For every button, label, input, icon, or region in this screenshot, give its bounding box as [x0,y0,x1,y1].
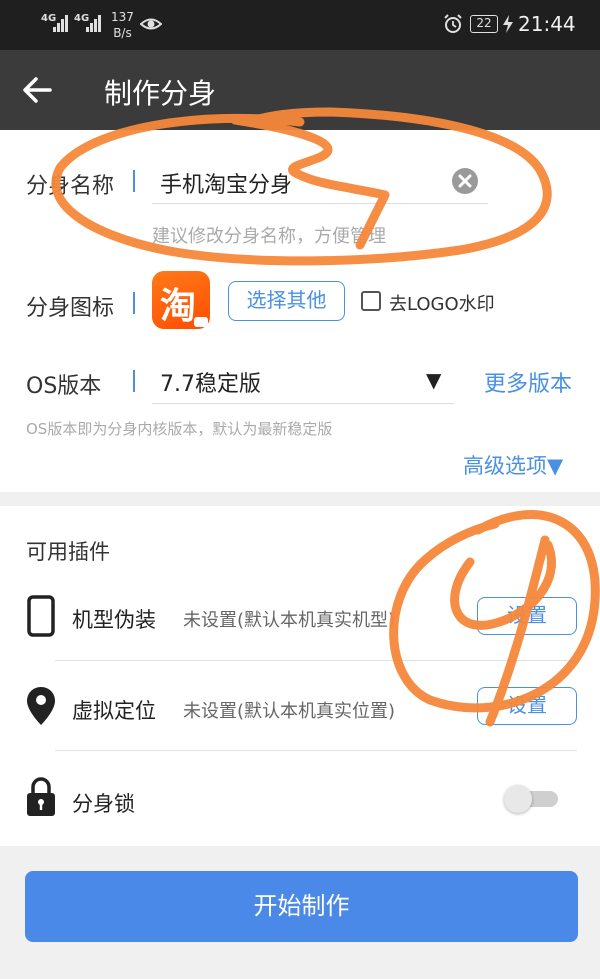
plugins-card: 可用插件 机型伪装 未设置(默认本机真实机型) 设置 虚拟定位 未设置(默认本机… [0,506,600,846]
clock: 21:44 [518,12,576,36]
start-create-button[interactable]: 开始制作 [25,871,578,942]
virtual-location-label: 虚拟定位 [72,699,156,723]
label-divider [133,370,135,392]
device-spoof-status: 未设置(默认本机真实机型) [183,610,396,631]
net-speed: 137 B/s [111,9,134,41]
os-version-select[interactable]: 7.7稳定版 [160,366,261,398]
clone-name-input[interactable]: 手机淘宝分身 [160,167,292,199]
label-divider [133,292,135,314]
signal-bars-2-icon [86,14,102,32]
app-bar: 制作分身 [0,50,600,130]
eye-comfort-icon [140,18,162,30]
row-divider [55,660,577,661]
plugins-title: 可用插件 [26,540,110,564]
page-title: 制作分身 [104,77,217,110]
clone-badge-icon [194,317,208,327]
choose-other-icon-button[interactable]: 选择其他 [228,281,345,321]
device-spoof-settings-button[interactable]: 设置 [477,597,577,635]
remove-logo-label: 去LOGO水印 [389,294,495,315]
name-label: 分身名称 [26,174,115,199]
location-pin-icon [27,687,55,725]
lock-icon [27,777,55,816]
taobao-app-icon: 淘 [152,271,210,329]
alarm-icon [444,14,462,33]
clone-lock-toggle-knob[interactable] [504,785,532,813]
clone-settings-card: 分身名称 手机淘宝分身 建议修改分身名称，方便管理 分身图标 淘 选择其他 去L… [0,130,600,492]
net-speed-unit: B/s [113,26,132,40]
virtual-location-settings-button[interactable]: 设置 [477,687,577,725]
net-speed-value: 137 [111,10,134,24]
name-input-underline [152,203,488,204]
remove-logo-checkbox[interactable] [361,291,381,311]
status-bar: 4G 4G 137 B/s 22 21:44 [0,0,600,50]
app-icon-glyph: 淘 [160,286,197,327]
back-arrow-icon[interactable] [18,70,58,110]
phone-icon [27,595,55,637]
label-divider [133,170,135,192]
os-select-underline [152,403,454,404]
battery-level: 22 [470,15,498,33]
name-hint: 建议修改分身名称，方便管理 [152,226,386,247]
clone-lock-label: 分身锁 [72,792,135,816]
more-versions-link[interactable]: 更多版本 [484,366,572,398]
os-label: OS版本 [26,374,102,399]
dropdown-caret-icon[interactable]: ▼ [426,368,441,392]
os-hint: OS版本即为分身内核版本，默认为最新稳定版 [26,420,333,438]
clear-icon[interactable] [452,168,478,194]
virtual-location-status: 未设置(默认本机真实位置) [183,701,396,722]
row-divider [55,750,577,751]
charging-bolt-icon [503,15,513,33]
signal-bars-1-icon [53,14,69,32]
icon-label: 分身图标 [26,296,115,321]
advanced-options-toggle[interactable]: 高级选项▼ [463,450,563,480]
device-spoof-label: 机型伪装 [72,608,156,632]
